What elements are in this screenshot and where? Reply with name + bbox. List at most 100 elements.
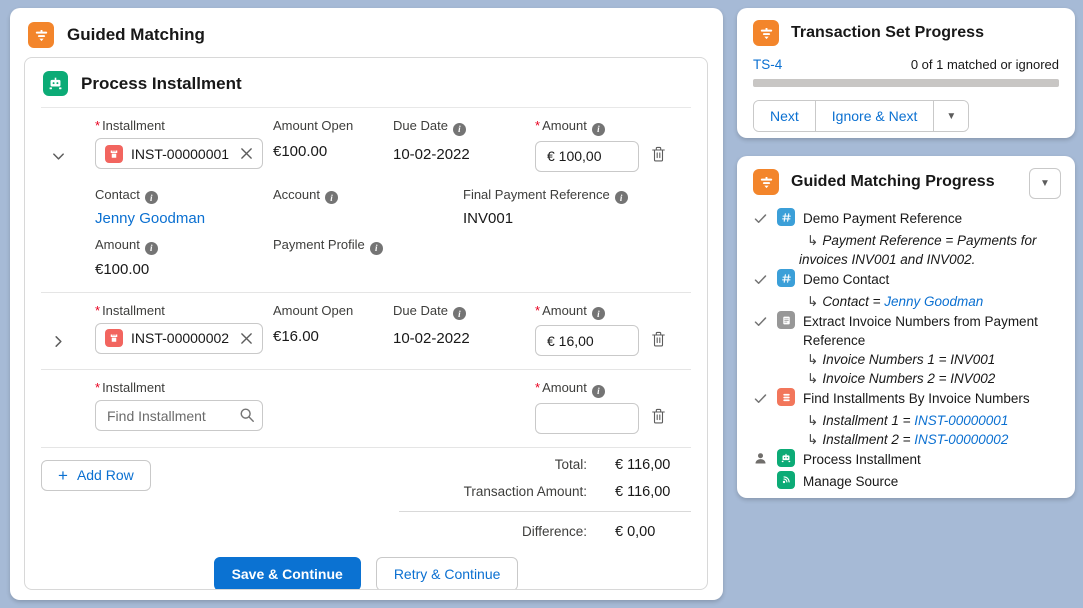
ignore-next-button[interactable]: Ignore & Next <box>815 101 934 131</box>
check-icon <box>753 311 777 334</box>
step-result-link[interactable]: INST-00000002 <box>914 432 1008 447</box>
add-row-button[interactable]: + Add Row <box>41 460 151 491</box>
installment-label: *Installment <box>95 118 263 133</box>
check-icon <box>753 269 777 292</box>
progress-step: Demo Payment Reference ↳Payment Referenc… <box>753 208 1059 269</box>
card-header: Process Installment <box>25 58 707 107</box>
step-result-link[interactable]: Jenny Goodman <box>884 294 983 309</box>
clear-installment-button[interactable] <box>240 147 253 160</box>
manage-source-icon <box>777 471 795 489</box>
trash-icon <box>651 408 666 424</box>
find-installment-input[interactable] <box>95 400 263 431</box>
installment-label: *Installment <box>95 303 263 318</box>
info-icon[interactable]: i <box>145 242 158 255</box>
installment-row-1: *Installment INST-00000001 <box>41 108 691 172</box>
rule-type-text-icon <box>777 269 795 287</box>
arrow-icon: ↳ <box>807 432 818 447</box>
save-continue-button[interactable]: Save & Continue <box>214 557 361 591</box>
due-date-label: Due Datei <box>393 118 525 136</box>
contact-label: Contacti <box>95 187 273 205</box>
amount-label: *Amounti <box>535 380 639 398</box>
delete-row-button[interactable] <box>649 144 668 164</box>
totals-block: Total: € 116,00 Transaction Amount: € 11… <box>399 457 691 551</box>
installment-record-icon <box>105 329 123 347</box>
step-result: ↳Installment 1 = INST-00000001 <box>753 411 1059 430</box>
final-payment-reference-value: INV001 <box>463 208 691 228</box>
difference-value: € 0,00 <box>587 524 691 540</box>
page-title: Guided Matching <box>67 25 205 45</box>
rule-type-database-icon <box>777 388 795 406</box>
caret-down-icon: ▼ <box>946 111 956 122</box>
required-asterisk: * <box>535 118 540 133</box>
retry-continue-button[interactable]: Retry & Continue <box>376 557 519 591</box>
arrow-icon: ↳ <box>807 233 818 248</box>
installment-label: *Installment <box>95 380 263 395</box>
amount-input[interactable] <box>535 325 639 356</box>
panel-menu-button[interactable]: ▼ <box>1029 168 1061 199</box>
amount-detail-value: €100.00 <box>95 259 273 279</box>
amount-input[interactable] <box>535 141 639 172</box>
step-label: Manage Source <box>803 471 1059 491</box>
chevron-right-icon <box>51 334 66 349</box>
total-value: € 116,00 <box>587 457 691 473</box>
expand-row-button[interactable] <box>49 332 68 351</box>
amount-open-label: Amount Open <box>273 118 383 133</box>
account-label: Accounti <box>273 187 463 205</box>
more-actions-button[interactable]: ▼ <box>933 101 968 131</box>
guided-matching-progress-panel: Guided Matching Progress ▼ Demo Payment … <box>737 156 1075 498</box>
required-asterisk: * <box>95 303 100 318</box>
info-icon[interactable]: i <box>325 191 338 204</box>
amount-label: *Amounti <box>535 303 639 321</box>
amount-open-value: €16.00 <box>273 323 383 345</box>
info-icon[interactable]: i <box>615 191 628 204</box>
transaction-set-link[interactable]: TS-4 <box>753 57 782 72</box>
transaction-set-icon <box>753 20 779 46</box>
step-process-installment-icon <box>777 449 795 467</box>
arrow-icon: ↳ <box>807 294 818 309</box>
chevron-down-icon <box>51 149 66 164</box>
payment-profile-label: Payment Profilei <box>273 237 463 255</box>
delete-row-button[interactable] <box>649 329 668 349</box>
step-result-link[interactable]: INST-00000001 <box>914 413 1008 428</box>
collapse-row-button[interactable] <box>49 147 68 166</box>
contact-link[interactable]: Jenny Goodman <box>95 210 205 227</box>
installment-details: Contacti Jenny Goodman Accounti Final Pa… <box>95 187 691 279</box>
plus-icon: + <box>58 467 68 484</box>
transaction-set-progress-panel: Transaction Set Progress TS-4 0 of 1 mat… <box>737 8 1075 138</box>
match-status-text: 0 of 1 matched or ignored <box>911 57 1059 72</box>
step-label: Find Installments By Invoice Numbers <box>803 388 1059 408</box>
installment-row-3: *Installment *Amounti <box>41 370 691 434</box>
step-result: ↳Contact = Jenny Goodman <box>753 292 1059 311</box>
info-icon[interactable]: i <box>145 191 158 204</box>
panel-title: Transaction Set Progress <box>791 24 984 42</box>
info-icon[interactable]: i <box>592 307 605 320</box>
amount-input[interactable] <box>535 403 639 434</box>
info-icon[interactable]: i <box>453 307 466 320</box>
step-result: ↳Invoice Numbers 2 = INV002 <box>753 369 1059 388</box>
progress-steps-list: Demo Payment Reference ↳Payment Referenc… <box>753 208 1059 491</box>
installment-pill[interactable]: INST-00000001 <box>95 138 263 169</box>
info-icon[interactable]: i <box>453 123 466 136</box>
info-icon[interactable]: i <box>592 123 605 136</box>
delete-row-button[interactable] <box>649 406 668 426</box>
clear-installment-button[interactable] <box>240 332 253 345</box>
info-icon[interactable]: i <box>370 242 383 255</box>
transaction-amount-label: Transaction Amount: <box>399 484 587 499</box>
progress-step: Process Installment <box>753 449 1059 471</box>
difference-label: Difference: <box>399 524 587 539</box>
guided-matching-panel: Guided Matching Process Installment <box>10 8 723 600</box>
process-installment-card: Process Installment *Installment <box>24 57 708 590</box>
process-installment-icon <box>43 71 68 96</box>
installment-pill[interactable]: INST-00000002 <box>95 323 263 354</box>
installment-row-2: *Installment INST-00000002 <box>41 293 691 357</box>
installment-pill-value: INST-00000002 <box>131 330 232 346</box>
info-icon[interactable]: i <box>592 385 605 398</box>
progress-step: Find Installments By Invoice Numbers ↳In… <box>753 388 1059 449</box>
due-date-label: Due Datei <box>393 303 525 321</box>
divider <box>399 511 691 512</box>
step-status-spacer <box>753 471 777 474</box>
amount-open-value: €100.00 <box>273 138 383 160</box>
required-asterisk: * <box>95 380 100 395</box>
next-button[interactable]: Next <box>754 101 815 131</box>
due-date-value: 10-02-2022 <box>393 141 525 163</box>
